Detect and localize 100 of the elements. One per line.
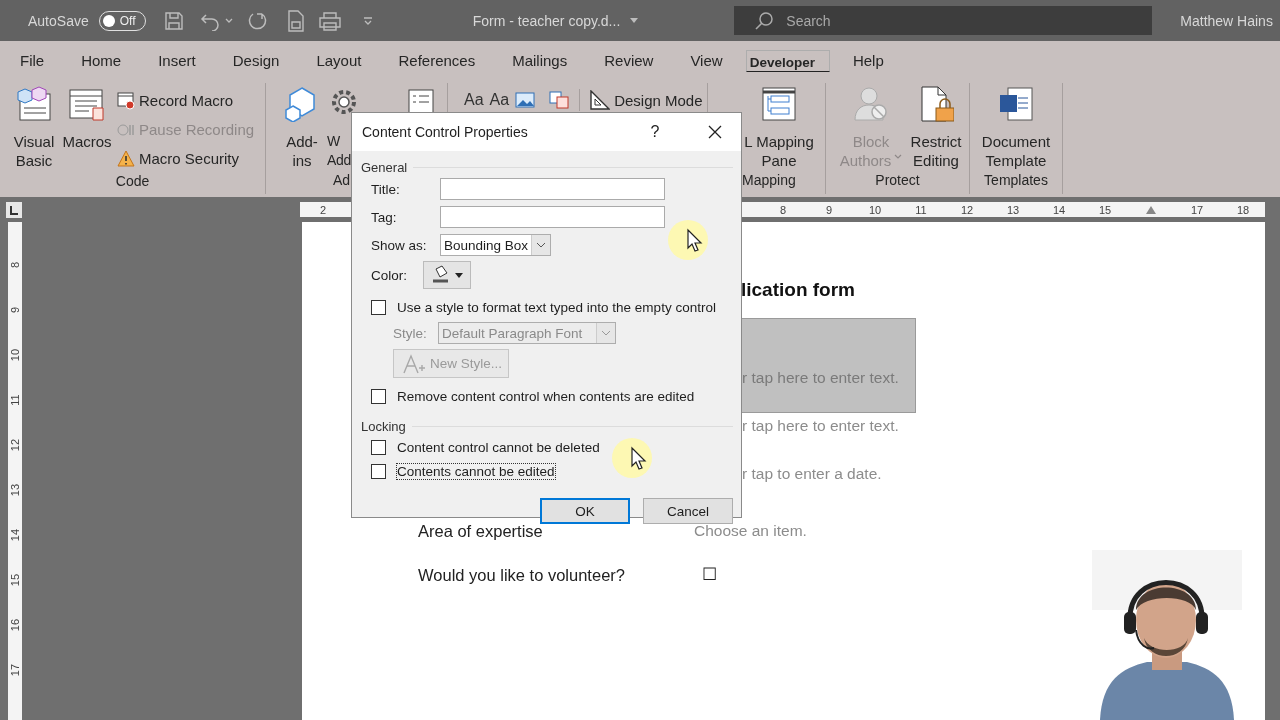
ruler-number: 17 [1189, 203, 1205, 216]
checkbox[interactable] [371, 388, 386, 404]
checkbox-symbol[interactable]: ☐ [702, 564, 717, 586]
field-label: Tag: [371, 209, 398, 225]
tag-field[interactable] [440, 206, 665, 228]
dialog-title: Content Control Properties [362, 124, 529, 140]
checkbox-label[interactable]: Remove content control when contents are edited [396, 387, 696, 405]
document-title: Form - teacher copy.d... [472, 12, 621, 29]
checkbox[interactable] [371, 299, 386, 315]
macro-security-button[interactable]: Macro Security [117, 144, 255, 173]
caret-icon[interactable] [224, 17, 233, 24]
ok-button[interactable]: OK [540, 498, 630, 524]
field-label: Show as: [371, 237, 428, 253]
ruler-number: 8 [778, 203, 788, 216]
color-button[interactable] [423, 261, 471, 289]
add-ins-button[interactable]: Add- ins [283, 86, 321, 170]
group-label: Mapping [742, 172, 796, 190]
image-icon[interactable] [515, 91, 536, 109]
search-icon[interactable] [754, 10, 775, 31]
checkbox[interactable] [371, 463, 386, 479]
cancel-button[interactable]: Cancel [643, 498, 733, 524]
print-icon[interactable] [318, 10, 341, 31]
ruler-number: 11 [914, 203, 928, 216]
chevron-icon [596, 323, 615, 343]
ruler-number: 15 [9, 573, 21, 586]
save-icon[interactable] [163, 10, 184, 31]
ruler-number: 16 [9, 618, 21, 631]
group-label: Protect [875, 172, 920, 190]
checkbox-label[interactable]: Use a style to format text typed into the empty control [396, 298, 717, 316]
search-box[interactable]: Search [734, 6, 1153, 35]
visual-basic-button[interactable]: Visual Basic [12, 86, 56, 170]
record-macro-button[interactable]: Record Macro [117, 86, 255, 115]
ruler-number: 18 [1235, 203, 1251, 216]
group-label: Templates [984, 172, 1048, 190]
xml-mapping-pane-button[interactable]: L Mapping Pane [742, 86, 816, 170]
ribbon-tab[interactable]: Developer [745, 49, 830, 72]
word-add-ins-button[interactable]: W Add [327, 86, 353, 170]
title-field[interactable] [440, 178, 665, 200]
close-icon [708, 125, 722, 139]
ruler-number: 14 [9, 528, 21, 541]
ruler-number: 13 [9, 483, 21, 496]
field-label: Title: [371, 181, 401, 197]
ribbon-tab[interactable]: Mailings [498, 41, 582, 80]
ruler-number: 15 [1097, 203, 1113, 216]
checkbox-label[interactable]: Contents cannot be edited [396, 462, 556, 480]
chevron-icon [531, 235, 551, 255]
ribbon-tab[interactable]: View [676, 41, 737, 80]
form-heading: lication form [741, 279, 856, 301]
section-heading: Locking [361, 418, 406, 434]
ruler-number: 17 [9, 663, 21, 676]
user-name[interactable]: Matthew Hains [1180, 12, 1273, 29]
plain-text-control-button[interactable]: Aa [489, 91, 510, 109]
record-icon [117, 91, 135, 110]
ruler-number: 10 [867, 203, 883, 216]
ruler-number: 8 [9, 261, 21, 268]
macro-list-icon [67, 86, 107, 122]
ruler-number: 12 [959, 203, 975, 216]
ribbon-tab[interactable]: Home [67, 41, 136, 80]
tab-selector-icon[interactable] [6, 201, 22, 218]
ribbon-tab[interactable]: References [384, 41, 490, 80]
ribbon-tab[interactable]: Review [590, 41, 668, 80]
indent-marker-icon[interactable] [1146, 205, 1156, 214]
locked-document-icon [918, 86, 954, 122]
show-as-dropdown[interactable]: Bounding Box [440, 234, 552, 256]
macros-button[interactable]: Macros [59, 86, 115, 151]
restrict-editing-button[interactable]: Restrict Editing [906, 86, 966, 170]
ruler-number: 12 [9, 438, 21, 451]
ruler-triangle-icon [590, 90, 611, 110]
rich-text-control-button[interactable]: Aa [464, 91, 484, 109]
customize-icon[interactable] [362, 15, 373, 26]
checkbox-label[interactable]: Content control cannot be deleted [396, 438, 601, 456]
warning-icon [117, 149, 135, 168]
help-button[interactable]: ? [645, 123, 665, 141]
ruler-number: 13 [1005, 203, 1021, 216]
ruler-number: 14 [1051, 203, 1067, 216]
print-preview-icon[interactable] [286, 9, 305, 32]
autosave-label: AutoSave [28, 12, 89, 29]
ribbon-tab[interactable]: Design [218, 41, 294, 80]
building-block-icon[interactable] [549, 90, 570, 110]
field-label: Color: [371, 267, 408, 283]
ribbon-tab[interactable]: Layout [302, 41, 376, 80]
paint-bucket-icon [430, 265, 464, 285]
ribbon-tab[interactable]: File [6, 41, 59, 80]
ruler-number: 2 [318, 203, 328, 216]
ribbon-tab[interactable]: Insert [144, 41, 210, 80]
section-heading: General [361, 159, 408, 175]
field-label: Area of expertise [418, 521, 544, 542]
cubes-icon [14, 86, 54, 122]
ribbon-tab[interactable]: Help [838, 41, 898, 80]
document-template-button[interactable]: Document Template [976, 86, 1056, 170]
mapping-pane-icon [761, 86, 797, 122]
field-label: Style: [393, 325, 428, 341]
checkbox[interactable] [371, 439, 386, 455]
caret-icon[interactable] [630, 17, 639, 24]
ruler-number: 9 [9, 306, 21, 313]
search-field[interactable]: Search [784, 5, 1153, 36]
field-label: Would you like to volunteer? [418, 565, 626, 586]
person-blocked-icon [853, 86, 889, 122]
caret-icon [894, 154, 903, 161]
new-style-icon [402, 352, 426, 375]
